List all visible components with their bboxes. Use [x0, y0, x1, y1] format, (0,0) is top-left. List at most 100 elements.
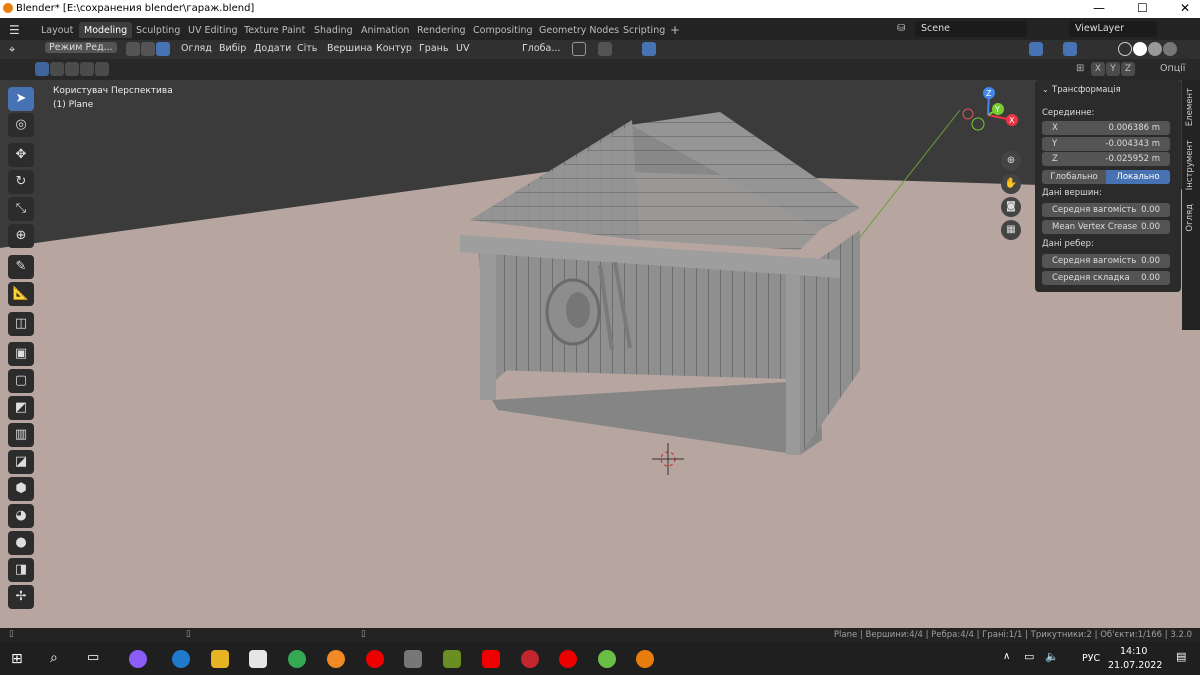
menu-edge[interactable]: Контур — [376, 43, 412, 54]
menu-mesh[interactable]: Сіть — [297, 43, 317, 54]
select-subtract-icon[interactable] — [65, 62, 79, 76]
tab-geometry-nodes[interactable]: Geometry Nodes — [534, 22, 624, 38]
vertex-crease-field[interactable]: Mean Vertex Crease 0.00 — [1042, 220, 1170, 234]
search-icon[interactable]: ⌕ — [50, 650, 58, 666]
bevel-tool-icon[interactable]: ◩ — [8, 396, 34, 420]
add-cube-tool-icon[interactable]: ◫ — [8, 312, 34, 336]
perspective-toggle-icon[interactable]: ▦ — [1001, 220, 1021, 240]
3d-viewport[interactable]: X Y Z Користувач Перспектива (1) Plane ⊕… — [0, 80, 1200, 628]
mail-icon[interactable] — [249, 650, 267, 668]
tab-sculpting[interactable]: Sculpting — [131, 22, 185, 38]
tray-chevron-icon[interactable]: ∧ — [1003, 651, 1010, 662]
options-dropdown[interactable]: Опції — [1160, 63, 1185, 74]
tab-scripting[interactable]: Scripting — [618, 22, 670, 38]
transform-tool-icon[interactable]: ⊕ — [8, 224, 34, 248]
vertex-select-icon[interactable] — [126, 42, 140, 56]
file-explorer-icon[interactable] — [211, 650, 229, 668]
tab-compositing[interactable]: Compositing — [468, 22, 538, 38]
tab-shading[interactable]: Shading — [309, 22, 358, 38]
pivot-icon[interactable] — [572, 42, 586, 56]
scale-tool-icon[interactable]: ⤡ — [8, 197, 34, 221]
face-select-icon[interactable] — [156, 42, 170, 56]
vertex-mean-weight-field[interactable]: Середня вагомість 0.00 — [1042, 203, 1170, 217]
local-toggle[interactable]: Локально — [1106, 170, 1170, 184]
shrink-tool-icon[interactable]: ✢ — [8, 585, 34, 609]
select-tool-icon[interactable]: ➤ — [8, 87, 34, 111]
menu-view[interactable]: Огляд — [181, 43, 212, 54]
editor-type-icon[interactable]: ⌖ — [9, 43, 15, 57]
menu-vertex[interactable]: Вершина — [327, 43, 372, 54]
menu-add[interactable]: Додати — [254, 43, 291, 54]
proportional-edit-icon[interactable] — [642, 42, 656, 56]
cursor-tool-icon[interactable]: ◎ — [8, 113, 34, 137]
close-button[interactable]: ✕ — [1180, 1, 1190, 15]
youtube-icon[interactable] — [482, 650, 500, 668]
menu-face[interactable]: Грань — [419, 43, 448, 54]
tab-tool[interactable]: Інструмент — [1185, 140, 1195, 190]
edge-select-icon[interactable] — [141, 42, 155, 56]
overlays-icon[interactable] — [1029, 42, 1043, 56]
median-x-field[interactable]: X 0.006386 m — [1042, 121, 1170, 135]
bluestacks-icon[interactable] — [443, 650, 461, 668]
knife-tool-icon[interactable]: ◪ — [8, 450, 34, 474]
edge-browser-icon[interactable] — [172, 650, 190, 668]
median-y-field[interactable]: Y -0.004343 m — [1042, 137, 1170, 151]
chevron-down-icon[interactable]: ⌄ — [1042, 85, 1049, 94]
add-workspace-button[interactable]: + — [665, 20, 685, 37]
input-language[interactable]: РУС — [1082, 653, 1100, 664]
mirror-y-toggle[interactable]: Y — [1106, 62, 1120, 76]
tab-uv-editing[interactable]: UV Editing — [183, 22, 243, 38]
wireframe-shading-icon[interactable] — [1118, 42, 1132, 56]
pan-hand-icon[interactable]: ✋ — [1001, 174, 1021, 194]
volume-icon[interactable]: 🔈 — [1045, 650, 1059, 663]
edge-mean-weight-field[interactable]: Середня вагомість 0.00 — [1042, 254, 1170, 268]
edge-slide-tool-icon[interactable]: ◨ — [8, 558, 34, 582]
utorrent-icon[interactable] — [598, 650, 616, 668]
minimize-button[interactable]: — — [1093, 1, 1105, 15]
clock-time[interactable]: 14:10 — [1120, 646, 1147, 657]
mode-dropdown[interactable]: Режим Ред... — [45, 42, 117, 53]
median-z-field[interactable]: Z -0.025952 m — [1042, 152, 1170, 166]
tab-animation[interactable]: Animation — [356, 22, 414, 38]
tab-rendering[interactable]: Rendering — [412, 22, 471, 38]
clock-date[interactable]: 21.07.2022 — [1108, 660, 1162, 671]
maximize-button[interactable]: ☐ — [1137, 1, 1148, 15]
menu-uv[interactable]: UV — [456, 43, 469, 54]
tab-view[interactable]: Огляд — [1185, 204, 1195, 232]
viewlayer-field[interactable]: ViewLayer — [1069, 21, 1157, 37]
select-intersect-icon[interactable] — [95, 62, 109, 76]
inset-tool-icon[interactable]: ▢ — [8, 369, 34, 393]
loop-cut-tool-icon[interactable]: ▥ — [8, 423, 34, 447]
tab-layout[interactable]: Layout — [36, 22, 78, 38]
rotate-tool-icon[interactable]: ↻ — [8, 170, 34, 194]
app-red-icon[interactable] — [521, 650, 539, 668]
task-view-icon[interactable]: ▭ — [87, 650, 99, 665]
app-orange-icon[interactable] — [327, 650, 345, 668]
menu-select[interactable]: Вибір — [219, 43, 246, 54]
chrome-icon[interactable] — [288, 650, 306, 668]
spin-tool-icon[interactable]: ◕ — [8, 504, 34, 528]
select-box-mode-icon[interactable] — [35, 62, 49, 76]
render-shading-icon[interactable] — [1163, 42, 1177, 56]
measure-tool-icon[interactable]: 📐 — [8, 282, 34, 306]
notifications-icon[interactable]: ▤ — [1176, 650, 1186, 663]
windows-start-icon[interactable]: ⊞ — [11, 651, 23, 667]
blender-taskbar-icon[interactable] — [636, 650, 654, 668]
opera-icon[interactable] — [366, 650, 384, 668]
orientation-dropdown[interactable]: Глоба... — [522, 43, 560, 54]
alice-app-icon[interactable] — [129, 650, 147, 668]
extrude-tool-icon[interactable]: ▣ — [8, 342, 34, 366]
tab-texture-paint[interactable]: Texture Paint — [239, 22, 310, 38]
app-gray-icon[interactable] — [404, 650, 422, 668]
global-toggle[interactable]: Глобально — [1042, 170, 1106, 184]
camera-view-icon[interactable]: ◙ — [1001, 197, 1021, 217]
network-icon[interactable]: ▭ — [1024, 650, 1034, 663]
snap-icon[interactable] — [598, 42, 612, 56]
smooth-tool-icon[interactable]: ● — [8, 531, 34, 555]
hamburger-menu-icon[interactable]: ☰ — [9, 23, 20, 37]
media-player-icon[interactable] — [559, 650, 577, 668]
select-extend-icon[interactable] — [50, 62, 64, 76]
scene-field[interactable]: Scene — [915, 21, 1027, 37]
mirror-x-toggle[interactable]: X — [1091, 62, 1105, 76]
select-invert-icon[interactable] — [80, 62, 94, 76]
